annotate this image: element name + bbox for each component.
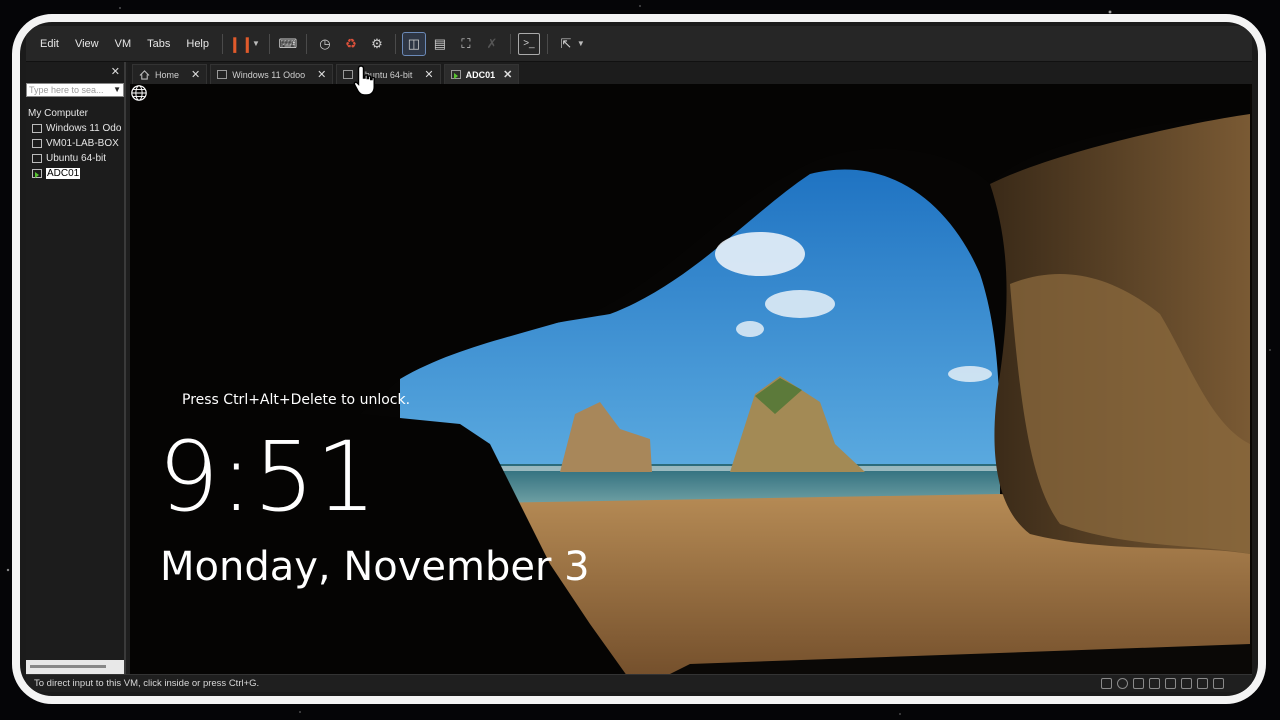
display-icon[interactable]: [1197, 678, 1208, 689]
lockscreen-time: 9:51: [158, 421, 378, 533]
message-log-icon[interactable]: [1213, 678, 1224, 689]
toolbar-separator: [509, 33, 511, 54]
hand-pointer-icon: [353, 65, 375, 96]
toolbar-separator: [546, 33, 548, 54]
hard-disk-icon[interactable]: [1101, 678, 1112, 689]
tree-item-label: Windows 11 Odo: [46, 123, 122, 134]
library-horizontal-scrollbar[interactable]: [26, 660, 124, 674]
toolbar-separator: [222, 33, 223, 54]
tree-item-label: Ubuntu 64-bit: [46, 153, 107, 164]
tree-item-my-computer[interactable]: My Computer: [26, 106, 124, 121]
library-search-placeholder: Type here to sea...: [29, 85, 104, 95]
running-vm-icon: [450, 70, 461, 79]
close-tab-icon[interactable]: ✕: [317, 68, 326, 81]
lockscreen-date: Monday, November 3: [160, 544, 590, 590]
tree-item-vm[interactable]: Ubuntu 64-bit: [26, 151, 124, 166]
close-tab-icon[interactable]: ✕: [191, 68, 200, 81]
tree-item-label: VM01-LAB-BOX: [46, 138, 119, 149]
send-ctrl-alt-del-icon[interactable]: ⌨: [277, 33, 299, 55]
status-text: To direct input to this VM, click inside…: [34, 678, 260, 689]
status-bar: To direct input to this VM, click inside…: [26, 674, 1252, 692]
stretch-menu-caret[interactable]: ▼: [577, 39, 585, 48]
close-library-icon[interactable]: ✕: [111, 65, 120, 78]
revert-snapshot-icon[interactable]: ♻: [340, 33, 362, 55]
menu-vm[interactable]: VM: [107, 38, 140, 50]
toolbar-separator: [394, 33, 396, 54]
stretch-guest-icon[interactable]: ⇱: [555, 33, 577, 55]
full-screen-icon[interactable]: ⛶: [455, 33, 477, 55]
close-tab-icon[interactable]: ✕: [503, 68, 512, 81]
tree-item-label: ADC01: [46, 168, 81, 179]
vm-icon: [32, 124, 42, 133]
tree-root-label: My Computer: [28, 108, 89, 119]
menubar: Edit View VM Tabs Help ❙❙ ▼ ⌨ ◷ ♻ ⚙ ◫ ▤ …: [26, 26, 1252, 62]
library-panel: ✕ Type here to sea... ▼ My Computer Wind…: [26, 62, 126, 674]
toolbar-separator: [268, 33, 270, 54]
sound-card-icon[interactable]: [1165, 678, 1176, 689]
network-adapter-icon[interactable]: [1133, 678, 1144, 689]
tree-item-vm[interactable]: Windows 11 Odo: [26, 121, 124, 136]
globe-icon[interactable]: [130, 84, 148, 102]
power-menu-caret[interactable]: ▼: [252, 39, 260, 48]
tab-label: Home: [155, 69, 180, 80]
menu-edit[interactable]: Edit: [32, 38, 67, 50]
tree-item-vm[interactable]: VM01-LAB-BOX: [26, 136, 124, 151]
scrollbar-thumb[interactable]: [30, 665, 106, 668]
vm-icon: [32, 154, 42, 163]
snapshot-manager-icon[interactable]: ⚙: [366, 33, 388, 55]
unity-icon[interactable]: ✗: [481, 33, 503, 55]
menu-help[interactable]: Help: [178, 38, 217, 50]
menu-tabs[interactable]: Tabs: [139, 38, 178, 50]
thumbnail-bar-icon[interactable]: ▤: [429, 33, 451, 55]
library-search-input[interactable]: Type here to sea... ▼: [26, 83, 124, 97]
tree-item-vm-selected[interactable]: ADC01: [26, 166, 124, 181]
tab-label: Windows 11 Odoo: [232, 69, 306, 80]
vmware-workstation-window: Edit View VM Tabs Help ❙❙ ▼ ⌨ ◷ ♻ ⚙ ◫ ▤ …: [26, 26, 1252, 692]
toolbar-separator: [305, 33, 307, 54]
vm-console[interactable]: Press Ctrl+Alt+Delete to unlock. 9:51 Mo…: [130, 84, 1252, 674]
tab-label: ADC01: [465, 69, 496, 80]
show-library-icon[interactable]: ◫: [401, 31, 426, 56]
printer-icon[interactable]: [1181, 678, 1192, 689]
tab-home[interactable]: Home ✕: [132, 64, 208, 84]
home-icon: [139, 69, 150, 80]
tab-bar: Home ✕ Windows 11 Odoo ✕ Ubuntu 64-bit ✕…: [128, 62, 1252, 84]
window-frame: Edit View VM Tabs Help ❙❙ ▼ ⌨ ◷ ♻ ⚙ ◫ ▤ …: [12, 14, 1266, 704]
tab-adc01[interactable]: ADC01 ✕: [443, 64, 520, 84]
running-vm-icon: [32, 169, 42, 178]
search-dropdown-icon[interactable]: ▼: [113, 84, 121, 96]
close-tab-icon[interactable]: ✕: [424, 68, 433, 81]
library-tree: My Computer Windows 11 Odo VM01-LAB-BOX …: [26, 106, 124, 181]
snapshot-icon[interactable]: ◷: [314, 33, 336, 55]
device-icons: [1101, 678, 1224, 689]
lockscreen-unlock-hint: Press Ctrl+Alt+Delete to unlock.: [182, 392, 411, 408]
tab-windows-11[interactable]: Windows 11 Odoo ✕: [210, 64, 334, 84]
cd-drive-icon[interactable]: [1117, 678, 1128, 689]
usb-icon[interactable]: [1149, 678, 1160, 689]
vm-icon: [32, 139, 42, 148]
pause-vm-button[interactable]: ❙❙: [228, 33, 253, 55]
menu-view[interactable]: View: [67, 38, 107, 50]
vm-icon: [217, 70, 228, 79]
console-view-icon[interactable]: >_: [517, 32, 540, 55]
